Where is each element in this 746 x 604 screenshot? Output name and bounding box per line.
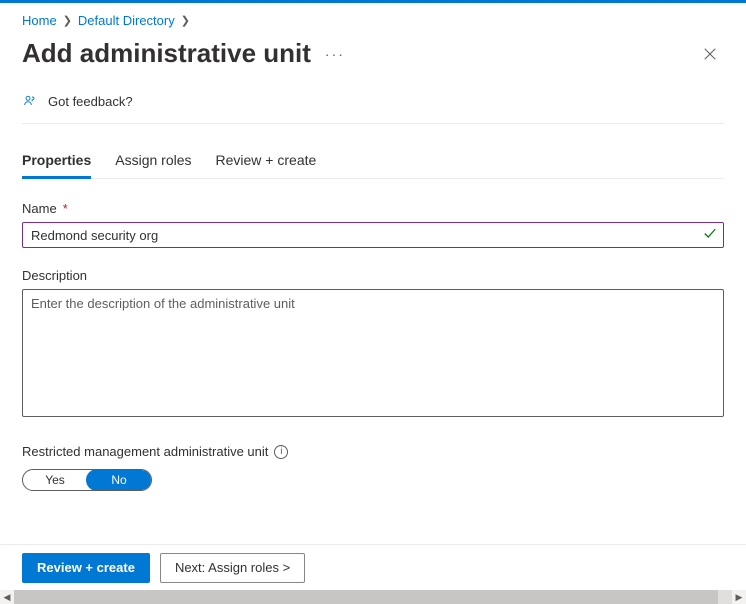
scroll-thumb[interactable] <box>14 590 718 604</box>
horizontal-scrollbar[interactable]: ◀ ▶ <box>0 590 746 604</box>
tab-properties[interactable]: Properties <box>22 146 91 178</box>
tabs: Properties Assign roles Review + create <box>22 146 724 179</box>
tab-assign-roles[interactable]: Assign roles <box>115 146 191 178</box>
scroll-right-icon[interactable]: ▶ <box>732 590 746 604</box>
valid-check-icon <box>703 227 717 244</box>
review-create-button[interactable]: Review + create <box>22 553 150 583</box>
name-field-wrapper <box>22 222 724 248</box>
breadcrumb-directory[interactable]: Default Directory <box>78 13 175 28</box>
chevron-right-icon: ❯ <box>63 14 72 27</box>
more-actions-button[interactable]: ··· <box>325 46 345 62</box>
breadcrumb: Home ❯ Default Directory ❯ <box>22 3 724 34</box>
tab-review-create[interactable]: Review + create <box>216 146 317 178</box>
scroll-left-icon[interactable]: ◀ <box>0 590 14 604</box>
breadcrumb-home[interactable]: Home <box>22 13 57 28</box>
feedback-label: Got feedback? <box>48 94 133 109</box>
feedback-icon <box>22 93 38 109</box>
title-row: Add administrative unit ··· <box>22 38 724 69</box>
restricted-label: Restricted management administrative uni… <box>22 444 724 459</box>
toggle-no[interactable]: No <box>86 469 152 491</box>
info-icon[interactable]: i <box>274 445 288 459</box>
page-title: Add administrative unit <box>22 38 311 69</box>
description-textarea[interactable] <box>22 289 724 417</box>
chevron-right-icon: ❯ <box>181 14 190 27</box>
feedback-link[interactable]: Got feedback? <box>22 87 724 124</box>
restricted-toggle[interactable]: Yes No <box>22 469 152 491</box>
required-indicator: * <box>63 201 68 216</box>
footer-bar: Review + create Next: Assign roles > <box>0 544 746 590</box>
name-label: Name* <box>22 201 724 216</box>
close-icon <box>703 47 717 61</box>
next-assign-roles-button[interactable]: Next: Assign roles > <box>160 553 305 583</box>
close-button[interactable] <box>696 40 724 68</box>
toggle-yes[interactable]: Yes <box>23 470 87 490</box>
description-label: Description <box>22 268 724 283</box>
name-input[interactable] <box>31 228 697 243</box>
scroll-track[interactable] <box>14 590 732 604</box>
